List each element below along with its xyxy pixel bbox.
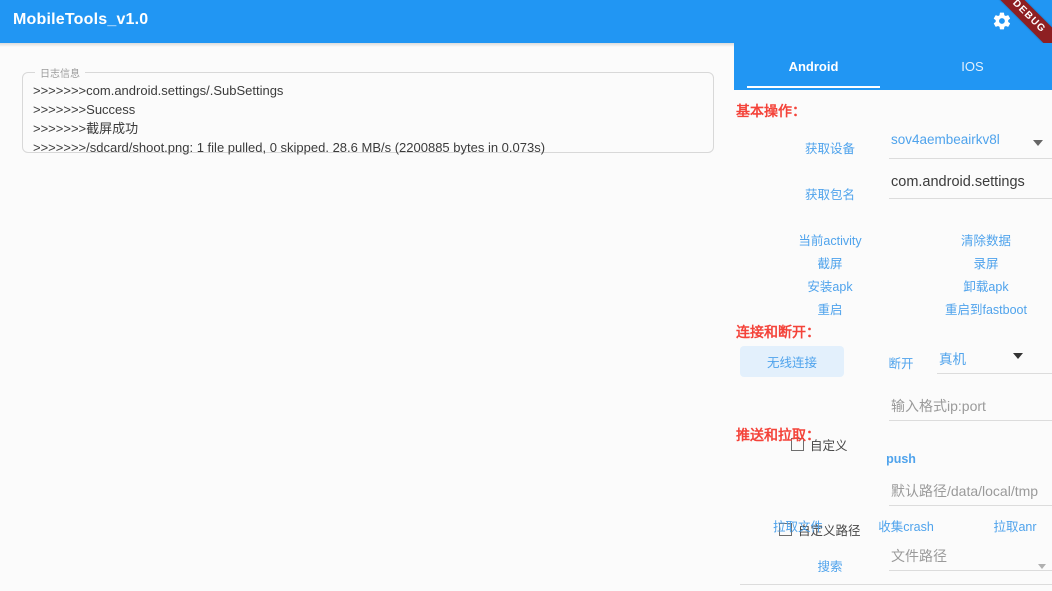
- section-title-connect: 连接和断开：: [736, 324, 820, 340]
- pull-file-button[interactable]: 拉取文件: [754, 511, 842, 540]
- push-path-placeholder: 默认路径/data/local/tmp: [891, 483, 1039, 499]
- ip-port-placeholder: 输入格式ip:port: [891, 398, 986, 414]
- log-group-legend: 日志信息: [35, 65, 85, 80]
- package-name-input[interactable]: com.android.settings: [889, 168, 1052, 199]
- chevron-down-icon: [1013, 353, 1023, 359]
- title-bar: MobileTools_v1.0 DEBUG: [0, 0, 1052, 43]
- tab-ios[interactable]: IOS: [893, 43, 1052, 90]
- app-window: MobileTools_v1.0 DEBUG 日志信息 >>>>>>>com.a…: [0, 0, 1052, 591]
- push-path-input[interactable]: 默认路径/data/local/tmp: [889, 475, 1052, 506]
- file-result-select[interactable]: [740, 556, 1052, 585]
- tab-bar: Android IOS: [734, 43, 1052, 90]
- log-group-box: 日志信息 >>>>>>>com.android.settings/.SubSet…: [22, 65, 714, 155]
- section-title-transfer: 推送和拉取：: [736, 427, 820, 443]
- push-button[interactable]: push: [870, 447, 932, 471]
- chevron-down-icon: [1033, 140, 1043, 146]
- log-panel: 日志信息 >>>>>>>com.android.settings/.SubSet…: [0, 47, 734, 591]
- chevron-down-icon: [1038, 564, 1046, 569]
- log-line: >>>>>>>截屏成功: [33, 121, 139, 136]
- gear-icon[interactable]: [992, 11, 1012, 31]
- ip-port-input[interactable]: 输入格式ip:port: [889, 390, 1052, 421]
- section-title-basic: 基本操作：: [736, 103, 806, 119]
- get-device-button[interactable]: 获取设备: [782, 133, 878, 162]
- device-select-value: sov4aembeairkv8l: [891, 132, 1000, 147]
- package-name-value: com.android.settings: [891, 174, 1025, 190]
- log-line: >>>>>>>Success: [33, 102, 136, 117]
- log-line: >>>>>>>com.android.settings/.SubSettings: [33, 83, 284, 98]
- disconnect-button[interactable]: 断开: [871, 348, 931, 377]
- reboot-fastboot-button[interactable]: 重启到fastboot: [922, 294, 1050, 323]
- get-package-button[interactable]: 获取包名: [782, 179, 878, 208]
- log-line: >>>>>>>/sdcard/shoot.png: 1 file pulled,…: [33, 140, 546, 155]
- device-type-select[interactable]: 真机: [937, 343, 1052, 374]
- wireless-connect-button[interactable]: 无线连接: [740, 346, 844, 377]
- reboot-button[interactable]: 重启: [775, 294, 885, 323]
- tab-android[interactable]: Android: [734, 43, 893, 90]
- device-select[interactable]: sov4aembeairkv8l: [889, 128, 1052, 159]
- collect-crash-button[interactable]: 收集crash: [858, 511, 954, 540]
- app-title: MobileTools_v1.0: [13, 11, 149, 28]
- log-text-area[interactable]: >>>>>>>com.android.settings/.SubSettings…: [33, 81, 705, 157]
- device-type-value: 真机: [939, 352, 966, 367]
- control-panel: Android IOS 基本操作： 获取设备 sov4aembeairkv8l …: [734, 43, 1052, 591]
- pull-anr-button[interactable]: 拉取anr: [971, 511, 1052, 540]
